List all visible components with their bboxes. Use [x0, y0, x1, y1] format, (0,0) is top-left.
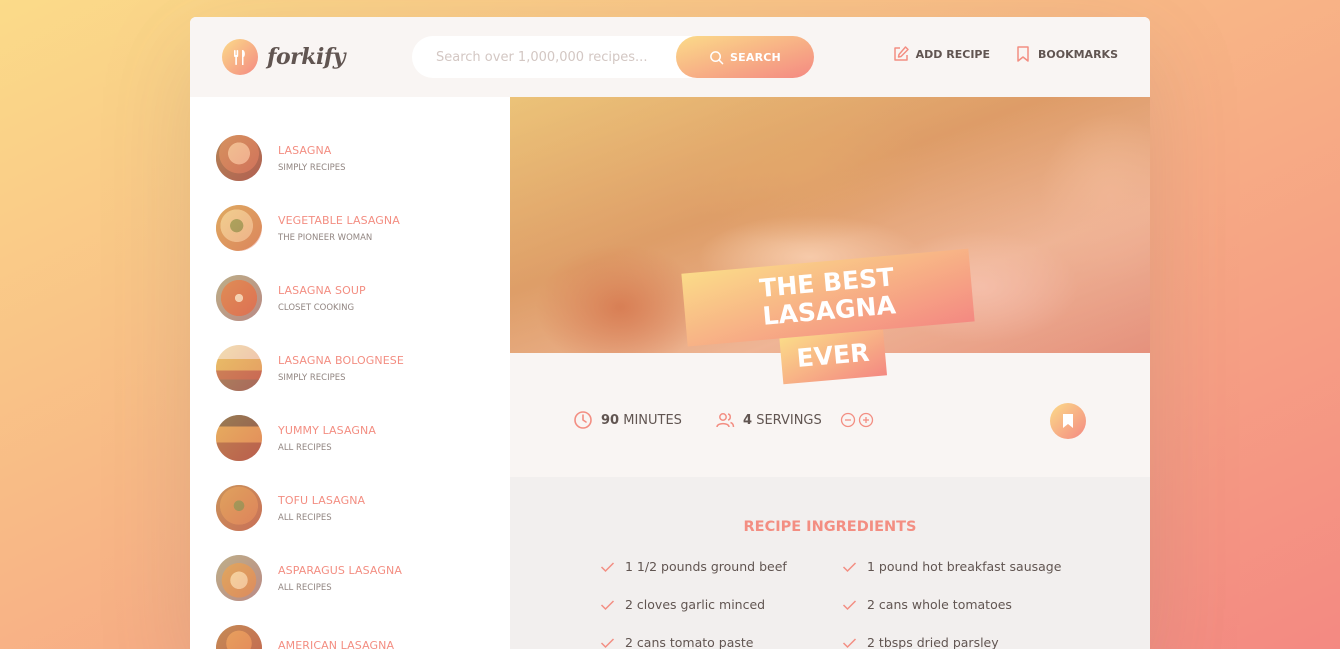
recipe-thumbnail: [216, 415, 262, 461]
result-title: AMERICAN LASAGNA: [278, 638, 395, 649]
header: forkify SEARCH ADD RECIPE: [190, 17, 1150, 97]
minutes-value: 90: [601, 412, 620, 428]
search-input[interactable]: [436, 49, 686, 65]
check-icon: [842, 599, 857, 610]
recipe-title-line-2: EVER: [779, 329, 888, 384]
recipe-details: 90 MINUTES 4 SERVINGS: [510, 387, 1150, 477]
result-title: YUMMY LASAGNA: [278, 423, 376, 437]
add-recipe-label: ADD RECIPE: [915, 47, 990, 61]
recipe-thumbnail: [216, 555, 262, 601]
result-item[interactable]: LASAGNA SIMPLY RECIPES: [216, 133, 496, 183]
bookmarks-label: BOOKMARKS: [1038, 47, 1118, 61]
result-item[interactable]: LASAGNA BOLOGNESE SIMPLY RECIPES: [216, 343, 496, 393]
add-recipe-button[interactable]: ADD RECIPE: [892, 45, 990, 63]
bookmark-fill-icon: [1063, 414, 1073, 428]
result-publisher: THE PIONEER WOMAN: [278, 232, 373, 243]
servings: 4 SERVINGS: [715, 410, 874, 430]
result-publisher: ALL RECIPES: [278, 582, 332, 593]
result-publisher: SIMPLY RECIPES: [278, 162, 346, 173]
result-item[interactable]: LASAGNA SOUP CLOSET COOKING: [216, 273, 496, 323]
check-icon: [600, 561, 615, 572]
result-title: TOFU LASAGNA: [278, 493, 366, 507]
users-icon: [716, 413, 735, 428]
bookmark-icon: [1017, 46, 1029, 62]
fork-knife-icon: [222, 39, 258, 75]
result-item[interactable]: ASPARAGUS LASAGNA ALL RECIPES: [216, 553, 496, 603]
result-item[interactable]: YUMMY LASAGNA ALL RECIPES: [216, 413, 496, 463]
result-title: LASAGNA BOLOGNESE: [278, 353, 404, 367]
ingredients-heading: RECIPE INGREDIENTS: [743, 519, 917, 535]
bookmarks-button[interactable]: BOOKMARKS: [1014, 45, 1118, 63]
search-icon: [710, 50, 724, 64]
check-icon: [842, 561, 857, 572]
result-publisher: SIMPLY RECIPES: [278, 372, 346, 383]
ingredient-text: 2 cans tomato paste: [625, 635, 754, 649]
recipe-thumbnail: [216, 345, 262, 391]
recipe-thumbnail: [216, 485, 262, 531]
check-icon: [600, 599, 615, 610]
result-title: LASAGNA SOUP: [278, 283, 366, 297]
result-item[interactable]: AMERICAN LASAGNA: [216, 623, 496, 649]
ingredient-item: 2 cans tomato paste: [600, 635, 753, 649]
ingredients-section: RECIPE INGREDIENTS 1 1/2 pounds ground b…: [510, 477, 1150, 649]
search-results: LASAGNA SIMPLY RECIPES VEGETABLE LASAGNA T…: [190, 97, 510, 649]
recipe-view: THE BEST LASAGNA EVER 90 MINUTES 4 SERVI…: [510, 97, 1150, 649]
result-publisher: CLOSET COOKING: [278, 302, 355, 313]
ingredient-text: 1 pound hot breakfast sausage: [867, 559, 1062, 574]
ingredient-item: 2 tbsps dried parsley: [842, 635, 999, 649]
ingredient-item: 2 cloves garlic minced: [600, 597, 765, 612]
minus-circle-icon[interactable]: [840, 412, 856, 428]
result-title: ASPARAGUS LASAGNA: [278, 563, 402, 577]
servings-value: 4: [743, 412, 753, 428]
recipe-thumbnail: [216, 275, 262, 321]
ingredient-item: 1 pound hot breakfast sausage: [842, 559, 1061, 574]
app-container: forkify SEARCH ADD RECIPE: [190, 17, 1150, 649]
check-icon: [600, 637, 615, 648]
bookmark-recipe-button[interactable]: [1050, 403, 1086, 439]
ingredient-text: 1 1/2 pounds ground beef: [625, 559, 787, 574]
recipe-thumbnail: [216, 625, 262, 649]
logo[interactable]: forkify: [222, 39, 346, 75]
minutes-label: MINUTES: [623, 412, 682, 428]
result-item[interactable]: VEGETABLE LASAGNA THE PIONEER WOMAN: [216, 203, 496, 253]
logo-text: forkify: [267, 44, 346, 70]
ingredient-text: 2 tbsps dried parsley: [867, 635, 999, 649]
recipe-thumbnail: [216, 205, 262, 251]
plus-circle-icon[interactable]: [858, 412, 874, 428]
search-button-label: SEARCH: [730, 50, 781, 64]
search-button[interactable]: SEARCH: [676, 36, 814, 78]
ingredient-item: 1 1/2 pounds ground beef: [600, 559, 787, 574]
search-form: SEARCH: [412, 36, 814, 78]
result-title: LASAGNA: [278, 143, 332, 157]
cooking-time: 90 MINUTES: [573, 410, 682, 430]
ingredient-text: 2 cans whole tomatoes: [867, 597, 1012, 612]
result-publisher: ALL RECIPES: [278, 512, 332, 523]
recipe-thumbnail: [216, 135, 262, 181]
check-icon: [842, 637, 857, 648]
ingredient-text: 2 cloves garlic minced: [625, 597, 766, 612]
clock-icon: [574, 411, 592, 429]
ingredient-item: 2 cans whole tomatoes: [842, 597, 1012, 612]
nav: ADD RECIPE BOOKMARKS: [892, 45, 1118, 63]
recipe-title: THE BEST LASAGNA EVER: [681, 248, 978, 392]
result-publisher: ALL RECIPES: [278, 442, 332, 453]
result-item[interactable]: TOFU LASAGNA ALL RECIPES: [216, 483, 496, 533]
result-title: VEGETABLE LASAGNA: [278, 213, 400, 227]
edit-icon: [893, 46, 909, 61]
servings-label: SERVINGS: [756, 412, 822, 428]
